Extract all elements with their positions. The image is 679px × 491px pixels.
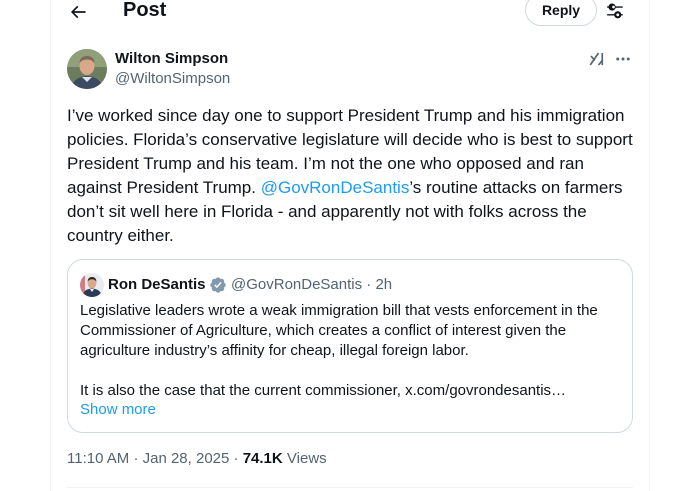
back-button[interactable] [64, 0, 92, 24]
more-dots-icon [616, 57, 630, 61]
show-more-link[interactable]: Show more [80, 401, 156, 418]
quote-separator: · [366, 276, 372, 293]
grok-button[interactable] [586, 49, 608, 69]
quote-paragraph-1: Legislative leaders wrote a weak immigra… [80, 302, 598, 359]
views-label: Views [286, 450, 327, 467]
author-avatar[interactable] [67, 49, 107, 89]
divider [67, 487, 633, 488]
more-options-button[interactable] [612, 49, 634, 69]
grok-icon [589, 52, 604, 66]
author-name[interactable]: Wilton Simpson [115, 50, 228, 67]
mention-link[interactable]: @GovRonDeSantis [261, 178, 410, 197]
sliders-icon [607, 3, 623, 19]
verified-badge-icon [210, 277, 226, 293]
arrow-left-icon [70, 5, 86, 19]
page-title: Post [123, 0, 167, 21]
post-meta: 11:10 AM · Jan 28, 2025 · 74.1K Views [67, 450, 327, 467]
quote-handle-text: @GovRonDeSantis [231, 276, 363, 293]
post-date[interactable]: Jan 28, 2025 [143, 450, 230, 467]
quoted-post-card[interactable]: Ron DeSantis @GovRonDeSantis · 2h Legisl… [67, 259, 633, 433]
author-handle[interactable]: @WiltonSimpson [115, 70, 230, 87]
quote-author-avatar[interactable] [80, 273, 104, 297]
quote-author-name[interactable]: Ron DeSantis [108, 276, 206, 293]
quote-body: Legislative leaders wrote a weak immigra… [80, 301, 628, 401]
meta-separator-2: · [233, 450, 239, 467]
reply-button[interactable]: Reply [525, 0, 597, 26]
meta-separator-1: · [133, 450, 139, 467]
post-time[interactable]: 11:10 AM [67, 450, 129, 467]
post-body: I’ve worked since day one to support Pre… [67, 104, 639, 248]
quote-age: 2h [375, 276, 393, 293]
views-count[interactable]: 74.1K [243, 450, 283, 467]
quote-paragraph-2: It is also the case that the current com… [80, 382, 567, 399]
quote-author-handle[interactable]: @GovRonDeSantis · 2h [231, 276, 392, 293]
settings-button[interactable] [604, 1, 626, 21]
